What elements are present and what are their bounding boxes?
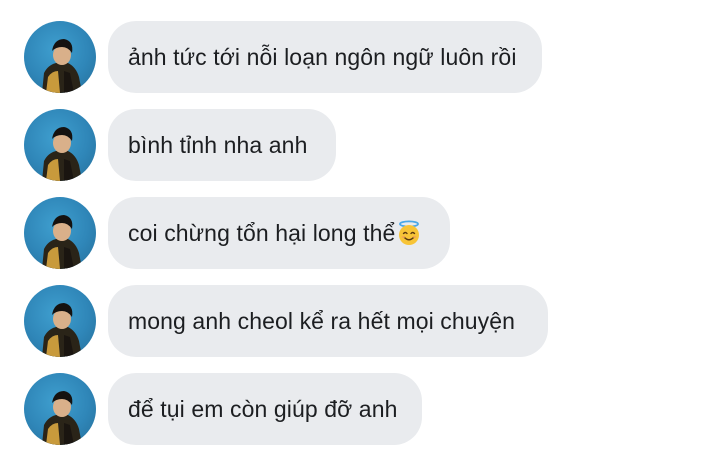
message-text: ảnh tức tới nỗi loạn ngôn ngữ luôn rồi	[128, 43, 517, 70]
avatar-photo-icon	[42, 39, 82, 93]
message-bubble[interactable]: bình tỉnh nha anh	[108, 109, 336, 181]
avatar[interactable]	[24, 109, 96, 181]
avatar-photo-icon	[42, 127, 82, 181]
message-row: mong anh cheol kể ra hết mọi chuyện	[24, 285, 548, 357]
smiling-face-with-halo-icon	[399, 220, 420, 245]
message-text: mong anh cheol kể ra hết mọi chuyện	[128, 307, 516, 334]
message-bubble[interactable]: để tụi em còn giúp đỡ anh	[108, 373, 422, 445]
avatar-photo-icon	[42, 215, 82, 269]
message-text: coi chừng tổn hại long thể	[128, 219, 396, 246]
message-thread: ảnh tức tới nỗi loạn ngôn ngữ luôn rồi b…	[0, 0, 720, 456]
message-row: bình tỉnh nha anh	[24, 109, 336, 181]
avatar[interactable]	[24, 373, 96, 445]
message-row: để tụi em còn giúp đỡ anh	[24, 373, 422, 445]
message-row: coi chừng tổn hại long thể	[24, 197, 450, 269]
message-bubble[interactable]: ảnh tức tới nỗi loạn ngôn ngữ luôn rồi	[108, 21, 542, 93]
avatar-photo-icon	[42, 303, 82, 357]
message-text: để tụi em còn giúp đỡ anh	[128, 395, 398, 422]
message-text: bình tỉnh nha anh	[128, 131, 308, 158]
avatar[interactable]	[24, 197, 96, 269]
avatar-photo-icon	[42, 391, 82, 445]
message-bubble[interactable]: mong anh cheol kể ra hết mọi chuyện	[108, 285, 548, 357]
avatar[interactable]	[24, 21, 96, 93]
message-bubble[interactable]: coi chừng tổn hại long thể	[108, 197, 450, 269]
message-row: ảnh tức tới nỗi loạn ngôn ngữ luôn rồi	[24, 21, 542, 93]
avatar[interactable]	[24, 285, 96, 357]
